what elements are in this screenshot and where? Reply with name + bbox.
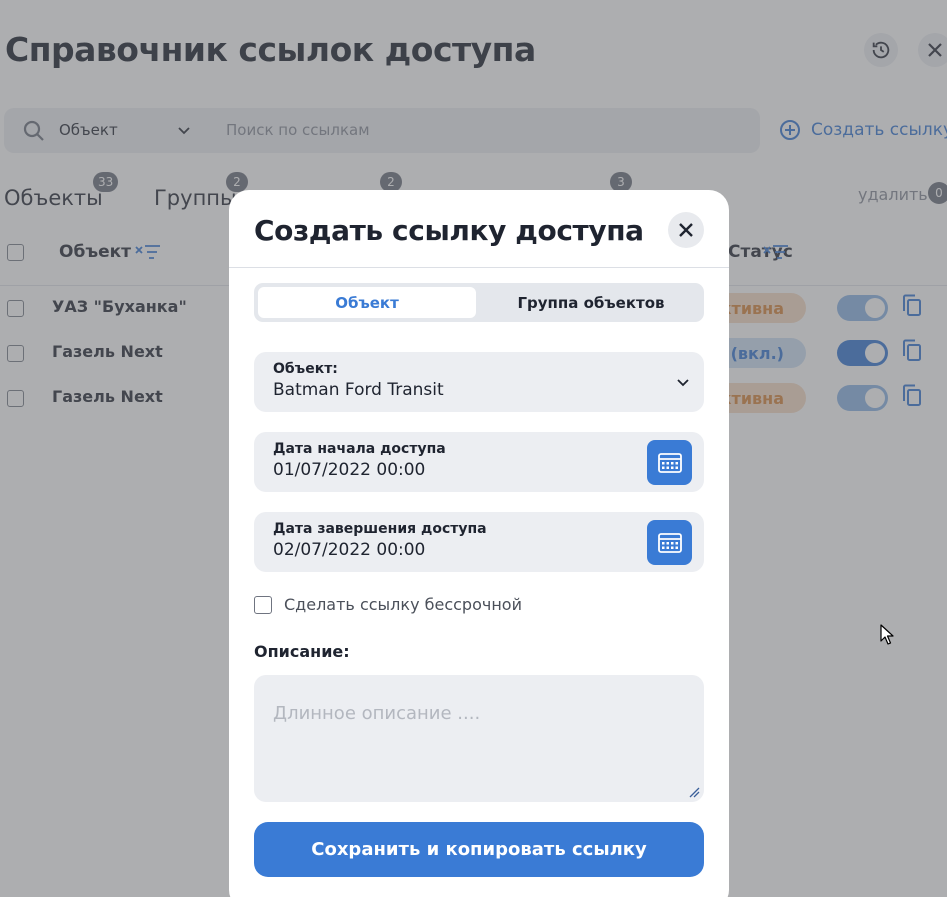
chevron-down-icon xyxy=(677,379,689,387)
start-date-label: Дата начала доступа xyxy=(273,441,446,457)
create-link-modal: Создать ссылку доступа Объект Группа объ… xyxy=(229,190,729,897)
end-date-label: Дата завершения доступа xyxy=(273,521,487,537)
segment-object-group[interactable]: Группа объектов xyxy=(482,287,700,318)
object-select-label: Объект: xyxy=(273,361,338,377)
description-label: Описание: xyxy=(254,642,350,661)
resize-handle-icon[interactable] xyxy=(688,786,700,798)
object-select[interactable]: Объект: Batman Ford Transit xyxy=(254,352,704,412)
permanent-link-label[interactable]: Сделать ссылку бессрочной xyxy=(284,595,522,614)
modal-close-button[interactable] xyxy=(668,212,704,248)
save-and-copy-button[interactable]: Сохранить и копировать ссылку xyxy=(254,822,704,877)
start-date-calendar-button[interactable] xyxy=(647,440,692,485)
calendar-icon xyxy=(657,452,682,473)
end-date-field[interactable]: Дата завершения доступа 02/07/2022 00:00 xyxy=(254,512,704,572)
permanent-link-option[interactable]: Сделать ссылку бессрочной xyxy=(254,595,522,614)
end-date-value: 02/07/2022 00:00 xyxy=(273,540,426,560)
object-select-value: Batman Ford Transit xyxy=(273,380,444,400)
target-type-switch: Объект Группа объектов xyxy=(254,283,704,322)
calendar-icon xyxy=(657,532,682,553)
segment-object[interactable]: Объект xyxy=(258,287,476,318)
mouse-cursor-icon xyxy=(880,624,894,645)
end-date-calendar-button[interactable] xyxy=(647,520,692,565)
start-date-value: 01/07/2022 00:00 xyxy=(273,460,426,480)
modal-divider xyxy=(229,267,729,268)
start-date-field[interactable]: Дата начала доступа 01/07/2022 00:00 xyxy=(254,432,704,492)
close-icon xyxy=(679,223,693,237)
permanent-link-checkbox[interactable] xyxy=(254,595,272,614)
modal-title: Создать ссылку доступа xyxy=(254,214,644,247)
description-placeholder: Длинное описание .... xyxy=(273,703,481,724)
description-textarea[interactable]: Длинное описание .... xyxy=(254,675,704,802)
